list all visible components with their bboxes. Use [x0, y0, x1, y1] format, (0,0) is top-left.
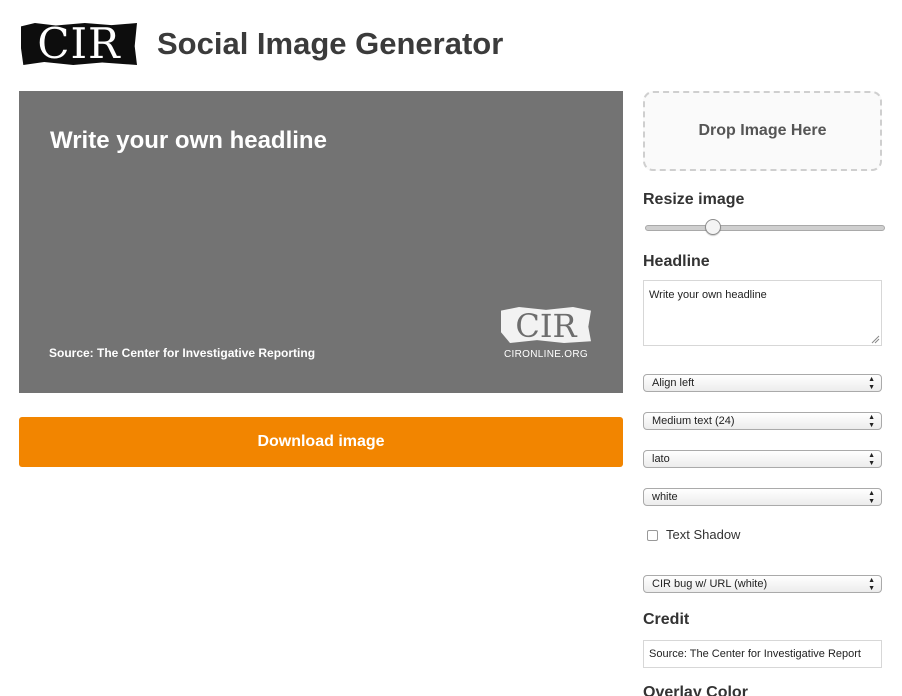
resize-image-label: Resize image [643, 191, 745, 208]
headline-input[interactable]: Write your own headline [643, 280, 882, 346]
text-size-select[interactable]: Medium text (24) ▲ ▼ [643, 412, 882, 430]
social-image-generator-page: CIR Social Image Generator Write your ow… [0, 0, 902, 696]
select-arrows-icon: ▲ ▼ [868, 577, 875, 592]
cir-logo: CIR [21, 19, 139, 71]
bug-select-value: CIR bug w/ URL (white) [652, 578, 768, 590]
image-preview: Write your own headline Source: The Cent… [19, 91, 623, 393]
font-select-value: lato [652, 453, 670, 465]
text-color-select-value: white [652, 491, 678, 503]
bug-select[interactable]: CIR bug w/ URL (white) ▲ ▼ [643, 575, 882, 593]
preview-headline: Write your own headline [50, 127, 327, 154]
resize-image-slider[interactable] [645, 225, 885, 231]
preview-credit: Source: The Center for Investigative Rep… [49, 346, 316, 360]
drop-image-zone[interactable]: Drop Image Here [643, 91, 882, 171]
select-arrows-icon: ▲ ▼ [868, 414, 875, 429]
align-select-value: Align left [652, 377, 695, 389]
select-arrows-icon: ▲ ▼ [868, 376, 875, 391]
align-select[interactable]: Align left ▲ ▼ [643, 374, 882, 392]
text-shadow-checkbox[interactable] [647, 530, 658, 541]
resize-slider-thumb[interactable] [704, 219, 721, 235]
bug-url: CIRONLINE.ORG [504, 349, 588, 360]
bug-logo-text: CIR [515, 307, 577, 345]
select-arrows-icon: ▲ ▼ [868, 452, 875, 467]
select-arrows-icon: ▲ ▼ [868, 490, 875, 505]
credit-input[interactable]: Source: The Center for Investigative Rep… [643, 640, 882, 668]
download-image-button[interactable]: Download image [19, 417, 623, 467]
cir-bug: CIR CIRONLINE.ORG [499, 305, 593, 367]
headline-label: Headline [643, 253, 710, 270]
page-title: Social Image Generator [157, 26, 504, 61]
logo-text: CIR [37, 19, 121, 68]
font-select[interactable]: lato ▲ ▼ [643, 450, 882, 468]
overlay-color-label: Overlay Color [643, 684, 748, 696]
text-color-select[interactable]: white ▲ ▼ [643, 488, 882, 506]
text-size-select-value: Medium text (24) [652, 415, 735, 427]
credit-label: Credit [643, 611, 690, 628]
textarea-resize-icon[interactable] [870, 334, 880, 344]
text-shadow-label[interactable]: Text Shadow [666, 527, 740, 542]
